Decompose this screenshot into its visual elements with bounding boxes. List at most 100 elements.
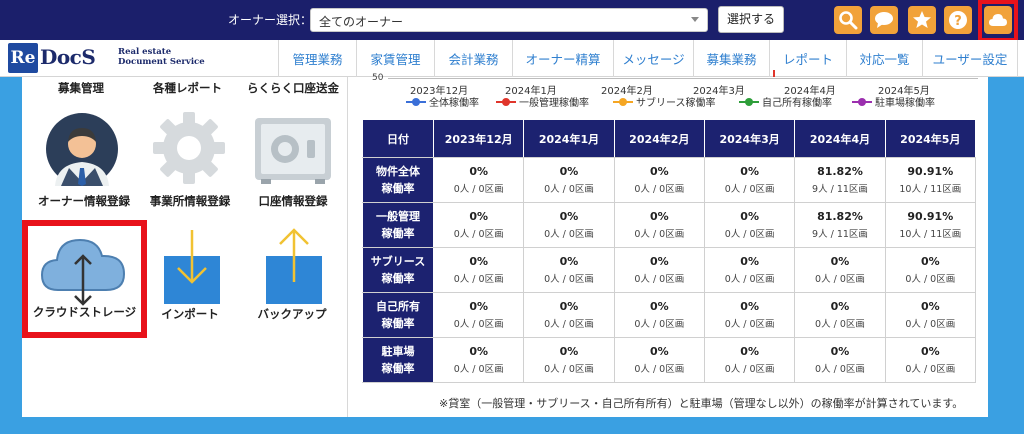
nav-item-message[interactable]: メッセージ bbox=[613, 40, 693, 77]
row-header: 自己所有 稼働率 bbox=[362, 292, 434, 338]
legend-item-parking[interactable]: 駐車場稼働率 bbox=[852, 94, 935, 109]
table-cell: 90.91% 10人 / 11区画 bbox=[884, 157, 977, 203]
nav-item-report[interactable]: レポート bbox=[769, 40, 846, 77]
table-row: 一般管理 稼働率 0% 0人 / 0区画 0% 0人 / 0区画 0% 0人 / 0区画 0% 0… bbox=[362, 202, 977, 248]
legend-swatch bbox=[739, 97, 759, 106]
occupancy-rate: 81.82% bbox=[817, 165, 863, 178]
table-row: 自己所有 稼働率 0% 0人 / 0区画 0% 0人 / 0区画 0% 0人 / 0区画 0% 0… bbox=[362, 292, 977, 338]
occupancy-rate: 90.91% bbox=[907, 210, 954, 223]
table-cell: 81.82% 9人 / 11区画 bbox=[794, 157, 886, 203]
legend-item-sublease[interactable]: サブリース稼働率 bbox=[613, 94, 716, 109]
legend-item-general[interactable]: 一般管理稼働率 bbox=[496, 94, 589, 109]
star-icon[interactable] bbox=[908, 6, 936, 34]
occupancy-rate: 0% bbox=[649, 165, 669, 178]
table-cell: 0% 0人 / 0区画 bbox=[703, 247, 796, 293]
occupancy-rate: 0% bbox=[469, 345, 488, 358]
row-header-line1: 自己所有 bbox=[376, 300, 420, 313]
occupancy-rate: 0% bbox=[559, 165, 579, 178]
legend-label: 全体稼働率 bbox=[429, 98, 479, 109]
office-registration-tile[interactable]: 事業所情報登録 bbox=[140, 110, 240, 210]
table-cell: 0% 0人 / 0区画 bbox=[884, 337, 977, 383]
table-cell: 0% 0人 / 0区画 bbox=[432, 157, 525, 203]
logo-mark: Re bbox=[8, 43, 38, 73]
chat-icon[interactable] bbox=[870, 6, 898, 34]
account-registration-tile[interactable]: 口座情報登録 bbox=[243, 110, 343, 210]
legend-label: 駐車場稼働率 bbox=[875, 98, 935, 109]
occupancy-rate: 0% bbox=[830, 300, 850, 313]
occupancy-count: 0人 / 0区画 bbox=[544, 229, 594, 240]
owner-avatar-icon bbox=[46, 113, 118, 186]
occupancy-rate: 0% bbox=[559, 345, 579, 358]
row-header: 物件全体 稼働率 bbox=[362, 157, 434, 203]
row-header-line2: 稼働率 bbox=[381, 227, 415, 240]
occupancy-rate: 0% bbox=[740, 300, 759, 313]
gear-icon bbox=[153, 112, 225, 184]
nav-item-yachin[interactable]: 家賃管理 bbox=[356, 40, 434, 77]
help-icon[interactable]: ? bbox=[944, 6, 972, 34]
category-boshu[interactable]: 募集管理 bbox=[58, 80, 104, 96]
legend-swatch bbox=[613, 97, 633, 106]
safe-icon bbox=[255, 118, 331, 184]
row-header-line2: 稼働率 bbox=[381, 272, 415, 285]
cloud-storage-highlight bbox=[22, 220, 147, 338]
occupancy-count: 0人 / 0区画 bbox=[815, 364, 865, 375]
occupancy-count: 0人 / 0区画 bbox=[724, 229, 775, 240]
category-rakuraku[interactable]: らくらく口座送金 bbox=[247, 80, 339, 96]
occupancy-count: 0人 / 0区画 bbox=[453, 319, 504, 330]
table-cell: 0% 0人 / 0区画 bbox=[703, 157, 796, 203]
table-cell: 0% 0人 / 0区画 bbox=[613, 292, 705, 338]
table-cell: 0% 0人 / 0区画 bbox=[432, 247, 525, 293]
office-registration-label: 事業所情報登録 bbox=[149, 194, 231, 208]
owner-registration-tile[interactable]: オーナー情報登録 bbox=[34, 110, 134, 210]
row-header-line2: 稼働率 bbox=[381, 317, 415, 330]
occupancy-count: 0人 / 0区画 bbox=[634, 229, 685, 240]
table-body: 物件全体 稼働率 0% 0人 / 0区画 0% 0人 / 0区画 0% 0人 / 0区画 0% 0… bbox=[362, 157, 977, 383]
occupancy-count: 0人 / 0区画 bbox=[905, 319, 956, 330]
table-cell: 81.82% 9人 / 11区画 bbox=[794, 202, 886, 248]
panel-divider bbox=[347, 77, 348, 417]
nav-item-user-settings[interactable]: ユーザー設定 bbox=[922, 40, 1018, 77]
occupancy-count: 0人 / 0区画 bbox=[453, 364, 504, 375]
row-header: 一般管理 稼働率 bbox=[362, 202, 434, 248]
backup-tile[interactable]: バックアップ bbox=[252, 222, 332, 332]
legend-item-total[interactable]: 全体稼働率 bbox=[406, 94, 479, 109]
legend-item-self-owned[interactable]: 自己所有稼働率 bbox=[739, 94, 832, 109]
table-cell: 0% 0人 / 0区画 bbox=[523, 337, 615, 383]
occupancy-count: 9人 / 11区画 bbox=[812, 229, 868, 240]
row-header-line1: 駐車場 bbox=[381, 345, 415, 358]
search-icon[interactable] bbox=[834, 6, 862, 34]
row-header-line1: サブリース bbox=[370, 255, 426, 268]
column-header-date: 日付 bbox=[362, 119, 434, 158]
table-row: サブリース 稼働率 0% 0人 / 0区画 0% 0人 / 0区画 0% 0人 / 0区画 0%… bbox=[362, 247, 977, 293]
occupancy-rate: 0% bbox=[830, 255, 850, 268]
backup-icon bbox=[266, 228, 322, 304]
occupancy-count: 0人 / 0区画 bbox=[544, 319, 594, 330]
chart-line-fragment bbox=[773, 70, 775, 77]
import-icon bbox=[164, 230, 220, 304]
nav-item-owner-seisan[interactable]: オーナー精算 bbox=[512, 40, 613, 77]
occupancy-count: 0人 / 0区画 bbox=[815, 274, 865, 285]
import-label: インポート bbox=[161, 307, 219, 321]
import-tile[interactable]: インポート bbox=[150, 222, 230, 332]
occupancy-count: 0人 / 0区画 bbox=[724, 184, 775, 195]
occupancy-count: 0人 / 0区画 bbox=[905, 364, 956, 375]
owner-select[interactable]: 全てのオーナー bbox=[310, 8, 708, 32]
occupancy-rate: 90.91% bbox=[907, 165, 954, 178]
nav-item-boshu[interactable]: 募集業務 bbox=[693, 40, 769, 77]
nav-item-taiou[interactable]: 対応一覧 bbox=[846, 40, 922, 77]
table-cell: 0% 0人 / 0区画 bbox=[523, 247, 615, 293]
select-owner-button[interactable]: 選択する bbox=[718, 6, 784, 33]
backup-label: バックアップ bbox=[257, 307, 327, 321]
table-cell: 0% 0人 / 0区画 bbox=[613, 337, 705, 383]
nav-item-kaikei[interactable]: 会計業務 bbox=[434, 40, 512, 77]
occupancy-count: 0人 / 0区画 bbox=[453, 184, 504, 195]
nav-item-kanri[interactable]: 管理業務 bbox=[278, 40, 356, 77]
occupancy-rate: 0% bbox=[740, 165, 759, 178]
column-header: 2024年1月 bbox=[523, 119, 615, 158]
table-cell: 0% 0人 / 0区画 bbox=[884, 247, 977, 293]
owner-select-label: オーナー選択： bbox=[228, 13, 313, 27]
x-axis-line bbox=[388, 78, 978, 79]
category-reports[interactable]: 各種レポート bbox=[153, 80, 222, 96]
table-cell: 0% 0人 / 0区画 bbox=[613, 202, 705, 248]
occupancy-count: 9人 / 11区画 bbox=[812, 184, 868, 195]
